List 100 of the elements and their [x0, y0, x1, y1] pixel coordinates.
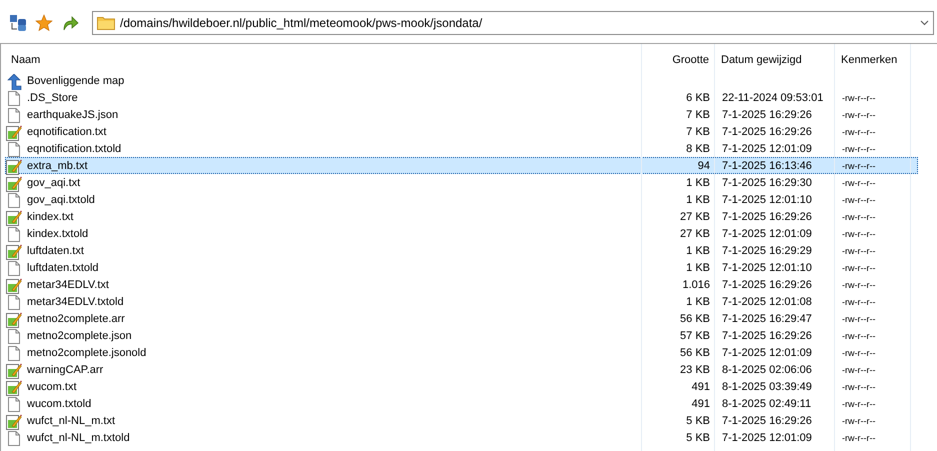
permissions: -rw-r--r--	[841, 177, 876, 190]
modified-date: 8-1-2025 03:39:49	[721, 380, 813, 395]
file-name: earthquakeJS.json	[27, 108, 118, 123]
file-row[interactable]: luftdaten.txt 1 KB 7-1-2025 16:29:29 -rw-r--r--	[5, 242, 918, 259]
file-row[interactable]: wucom.txt 491 8-1-2025 03:39:49 -rw-r--r--	[5, 378, 918, 395]
permissions: -rw-r--r--	[841, 398, 876, 411]
file-icon	[6, 108, 22, 123]
dropdown-chevron-icon[interactable]	[920, 20, 929, 26]
file-icon	[6, 346, 22, 361]
notepad-pencil-icon	[6, 158, 22, 174]
column-header[interactable]: Datum gewijzigd	[715, 50, 835, 70]
permissions: -rw-r--r--	[841, 143, 876, 156]
file-icon	[6, 431, 22, 446]
file-size: 57 KB	[679, 329, 711, 344]
file-name: metno2complete.jsonold	[27, 346, 146, 361]
file-name: gov_aqi.txtold	[27, 193, 95, 208]
file-icon	[6, 227, 22, 242]
file-icon	[6, 397, 22, 412]
file-row[interactable]: Bovenliggende map	[5, 72, 918, 89]
file-size: 491	[690, 380, 711, 395]
file-size: 56 KB	[679, 346, 711, 361]
modified-date: 7-1-2025 16:29:26	[721, 125, 813, 140]
permissions: -rw-r--r--	[841, 92, 876, 105]
file-row[interactable]: luftdaten.txtold 1 KB 7-1-2025 12:01:10 -rw-r--r--	[5, 259, 918, 276]
file-row[interactable]: warningCAP.arr 23 KB 8-1-2025 02:06:06 -rw-r--r--	[5, 361, 918, 378]
file-row[interactable]: kindex.txt 27 KB 7-1-2025 16:29:26 -rw-r--r--	[5, 208, 918, 225]
file-row[interactable]: gov_aqi.txtold 1 KB 7-1-2025 12:01:10 -rw-r--r--	[5, 191, 918, 208]
modified-date: 22-11-2024 09:53:01	[721, 91, 824, 106]
file-name: kindex.txtold	[27, 227, 88, 242]
permissions: -rw-r--r--	[841, 160, 876, 173]
modified-date: 7-1-2025 16:29:26	[721, 108, 813, 123]
file-row[interactable]: eqnotification.txtold 8 KB 7-1-2025 12:01:09 -rw-r--r--	[5, 140, 918, 157]
modified-date: 7-1-2025 16:29:26	[721, 210, 813, 225]
file-row[interactable]: metno2complete.json 57 KB 7-1-2025 16:29:26 -rw-r--r--	[5, 327, 918, 344]
notepad-pencil-icon	[6, 176, 22, 192]
modified-date: 7-1-2025 12:01:08	[721, 295, 813, 310]
permissions: -rw-r--r--	[841, 381, 876, 394]
notepad-pencil-icon	[6, 244, 22, 260]
file-size: 7 KB	[685, 125, 711, 140]
file-name: metno2complete.json	[27, 329, 132, 344]
star-icon[interactable]	[34, 12, 54, 32]
file-row[interactable]: .DS_Store 6 KB 22-11-2024 09:53:01 -rw-r--r--	[5, 89, 918, 106]
file-row[interactable]: wufct_nl-NL_m.txtold 5 KB 7-1-2025 12:01:09 -rw-r--r--	[5, 429, 918, 446]
modified-date: 7-1-2025 12:01:10	[721, 261, 813, 276]
file-row[interactable]: eqnotification.txt 7 KB 7-1-2025 16:29:26 -rw-r--r--	[5, 123, 918, 140]
file-row[interactable]: wucom.txtold 491 8-1-2025 02:49:11 -rw-r--r--	[5, 395, 918, 412]
column-header[interactable]: Grootte	[642, 50, 715, 70]
modified-date: 7-1-2025 12:01:09	[721, 142, 813, 157]
permissions: -rw-r--r--	[841, 109, 876, 122]
file-row[interactable]: gov_aqi.txt 1 KB 7-1-2025 16:29:30 -rw-r--r--	[5, 174, 918, 191]
file-row[interactable]: metar34EDLV.txt 1.016 7-1-2025 16:29:26 -rw-r--r--	[5, 276, 918, 293]
connection-tree-icon[interactable]	[8, 12, 28, 32]
file-row[interactable]: wufct_nl-NL_m.txt 5 KB 7-1-2025 16:29:26 -rw-r--r--	[5, 412, 918, 429]
file-name: gov_aqi.txt	[27, 176, 80, 191]
path-field[interactable]: /domains/hwildeboer.nl/public_html/meteomook/pws-mook/jsondata/	[92, 10, 934, 34]
permissions: -rw-r--r--	[841, 262, 876, 275]
column-header[interactable]: Kenmerken	[835, 50, 910, 70]
file-name: wucom.txt	[27, 380, 77, 395]
file-row[interactable]: metno2complete.jsonold 56 KB 7-1-2025 12:01:09 -rw-r--r--	[5, 344, 918, 361]
modified-date: 7-1-2025 16:29:26	[721, 329, 813, 344]
modified-date: 7-1-2025 16:13:46	[721, 159, 813, 174]
file-size: 1 KB	[685, 261, 711, 276]
modified-date: 7-1-2025 16:29:47	[721, 312, 813, 327]
file-size: 1 KB	[685, 295, 711, 310]
permissions: -rw-r--r--	[841, 415, 876, 428]
file-name: wucom.txtold	[27, 397, 92, 412]
file-row[interactable]: kindex.txtold 27 KB 7-1-2025 12:01:09 -rw-r--r--	[5, 225, 918, 242]
permissions: -rw-r--r--	[841, 364, 876, 377]
file-name: eqnotification.txt	[27, 125, 106, 140]
file-size: 5 KB	[685, 414, 711, 429]
permissions: -rw-r--r--	[841, 432, 876, 445]
file-row[interactable]: metar34EDLV.txtold 1 KB 7-1-2025 12:01:08 -rw-r--r--	[5, 293, 918, 310]
file-name: metno2complete.arr	[27, 312, 125, 327]
file-row[interactable]: extra_mb.txt 94 7-1-2025 16:13:46 -rw-r--r--	[5, 157, 918, 174]
permissions: -rw-r--r--	[841, 296, 876, 309]
permissions: -rw-r--r--	[841, 245, 876, 258]
permissions: -rw-r--r--	[841, 279, 876, 292]
permissions: -rw-r--r--	[841, 126, 876, 139]
notepad-pencil-icon	[6, 362, 22, 378]
file-name: .DS_Store	[27, 91, 78, 106]
permissions: -rw-r--r--	[841, 211, 876, 224]
notepad-pencil-icon	[6, 414, 22, 430]
column-header[interactable]: Naam	[5, 50, 642, 70]
permissions: -rw-r--r--	[841, 347, 876, 360]
permissions: -rw-r--r--	[841, 330, 876, 343]
file-size: 1.016	[681, 278, 711, 293]
file-name: eqnotification.txtold	[27, 142, 122, 157]
file-name: metar34EDLV.txt	[27, 278, 109, 293]
file-row[interactable]: metno2complete.arr 56 KB 7-1-2025 16:29:47 -rw-r--r--	[5, 310, 918, 327]
file-size: 56 KB	[679, 312, 711, 327]
modified-date: 8-1-2025 02:06:06	[721, 363, 813, 378]
file-size: 27 KB	[679, 227, 711, 242]
file-icon	[6, 193, 22, 208]
file-icon	[6, 295, 22, 310]
file-name: wufct_nl-NL_m.txt	[27, 414, 116, 429]
modified-date: 7-1-2025 16:29:30	[721, 176, 813, 191]
file-row[interactable]: earthquakeJS.json 7 KB 7-1-2025 16:29:26 -rw-r--r--	[5, 106, 918, 123]
modified-date: 8-1-2025 02:49:11	[721, 397, 812, 412]
up-arrow-icon	[6, 74, 22, 90]
file-name: kindex.txt	[27, 210, 74, 225]
